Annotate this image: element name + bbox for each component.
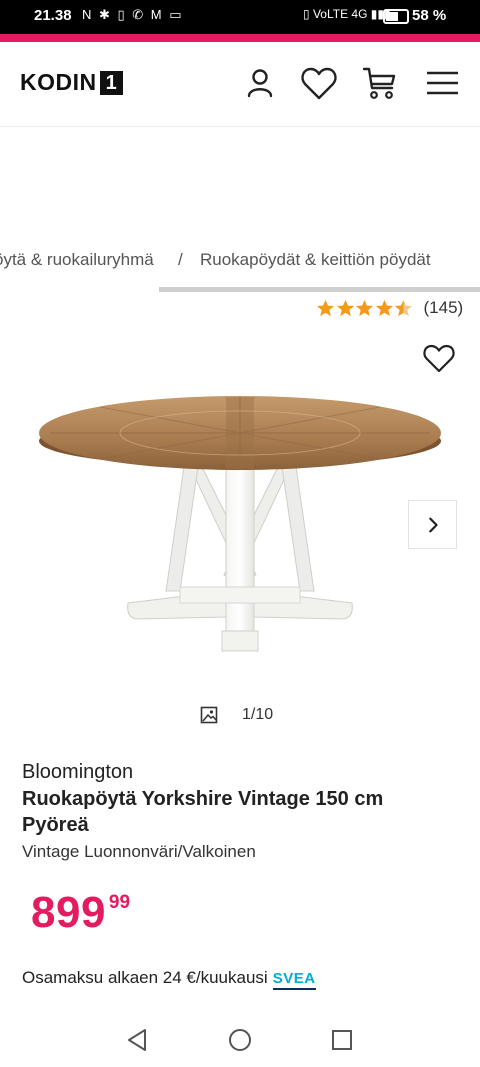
product-image[interactable] bbox=[30, 385, 450, 660]
price-cents: 99 bbox=[108, 892, 131, 913]
breadcrumb-scrollbar[interactable] bbox=[159, 287, 480, 292]
rating-count: (145) bbox=[423, 298, 464, 317]
site-header: KODIN 1 bbox=[0, 42, 480, 127]
installment-info[interactable]: Osamaksu alkaen 24 €/kuukausi SVEA bbox=[22, 968, 316, 990]
product-variant: Vintage Luonnonväri/Valkoinen bbox=[22, 842, 256, 861]
cart-button[interactable] bbox=[360, 64, 400, 104]
battery-icon bbox=[383, 9, 409, 24]
menu-button[interactable] bbox=[422, 64, 462, 104]
product-rating[interactable]: (145) bbox=[316, 296, 463, 320]
breadcrumb: öytä & ruokailuryhmä / Ruokapöydät & kei… bbox=[0, 248, 480, 274]
menu-icon bbox=[427, 71, 458, 95]
next-image-button[interactable] bbox=[408, 500, 457, 549]
rating-stars bbox=[316, 299, 414, 318]
add-to-wishlist-button[interactable] bbox=[421, 341, 457, 375]
status-bar: 21.38 N ✱ ▯ ✆ M ▭ ▯ VoLTE 4G ▮▮▮ 58 % bbox=[0, 0, 480, 34]
product-brand[interactable]: Bloomington bbox=[22, 761, 133, 784]
heart-icon bbox=[423, 344, 455, 373]
svea-logo-text: SVEA bbox=[272, 969, 316, 987]
nav-home-button[interactable] bbox=[227, 1027, 253, 1053]
logo-text: KODIN bbox=[20, 69, 97, 95]
gallery-counter-text: 1/10 bbox=[242, 706, 274, 723]
half-star-icon bbox=[394, 299, 413, 316]
breadcrumb-separator: / bbox=[178, 250, 183, 269]
square-recents-icon bbox=[332, 1030, 352, 1050]
star-icon bbox=[316, 299, 335, 316]
logo-number: 1 bbox=[99, 70, 123, 95]
breadcrumb-link-dining-groups[interactable]: öytä & ruokailuryhmä bbox=[0, 250, 154, 270]
product-price: 899 99 bbox=[31, 888, 130, 938]
nav-recents-button[interactable] bbox=[329, 1027, 355, 1053]
battery-percent: 58 % bbox=[412, 7, 447, 24]
price-main: 899 bbox=[31, 888, 106, 937]
triangle-back-icon bbox=[128, 1029, 146, 1051]
nav-back-button[interactable] bbox=[125, 1027, 151, 1053]
svea-logo: SVEA bbox=[272, 969, 316, 990]
image-icon bbox=[200, 706, 218, 724]
notification-icons: N ✱ ▯ ✆ M ▭ bbox=[82, 7, 184, 22]
cart-icon bbox=[362, 67, 396, 99]
heart-icon bbox=[301, 67, 337, 100]
breadcrumb-link-dining-tables[interactable]: Ruokapöydät & keittiön pöydät bbox=[200, 250, 431, 270]
star-icon bbox=[336, 299, 354, 316]
kodin1-logo[interactable]: KODIN 1 bbox=[20, 69, 123, 96]
account-button[interactable] bbox=[240, 64, 280, 104]
circle-home-icon bbox=[229, 1029, 251, 1051]
wishlist-button[interactable] bbox=[299, 64, 339, 104]
status-time: 21.38 bbox=[34, 7, 72, 24]
chevron-right-icon bbox=[428, 517, 438, 532]
user-icon bbox=[247, 69, 273, 98]
signal-icons: ▯ VoLTE 4G ▮▮▮ bbox=[303, 7, 391, 21]
accent-bar bbox=[0, 34, 480, 42]
star-icon bbox=[375, 299, 393, 316]
system-nav-bar bbox=[0, 1012, 480, 1067]
product-title: Ruokapöytä Yorkshire Vintage 150 cm Pyör… bbox=[22, 788, 384, 836]
installment-text: Osamaksu alkaen 24 €/kuukausi bbox=[22, 968, 268, 987]
table-image bbox=[39, 396, 441, 652]
star-icon bbox=[355, 299, 374, 316]
gallery-counter[interactable]: 1/10 bbox=[200, 706, 273, 724]
